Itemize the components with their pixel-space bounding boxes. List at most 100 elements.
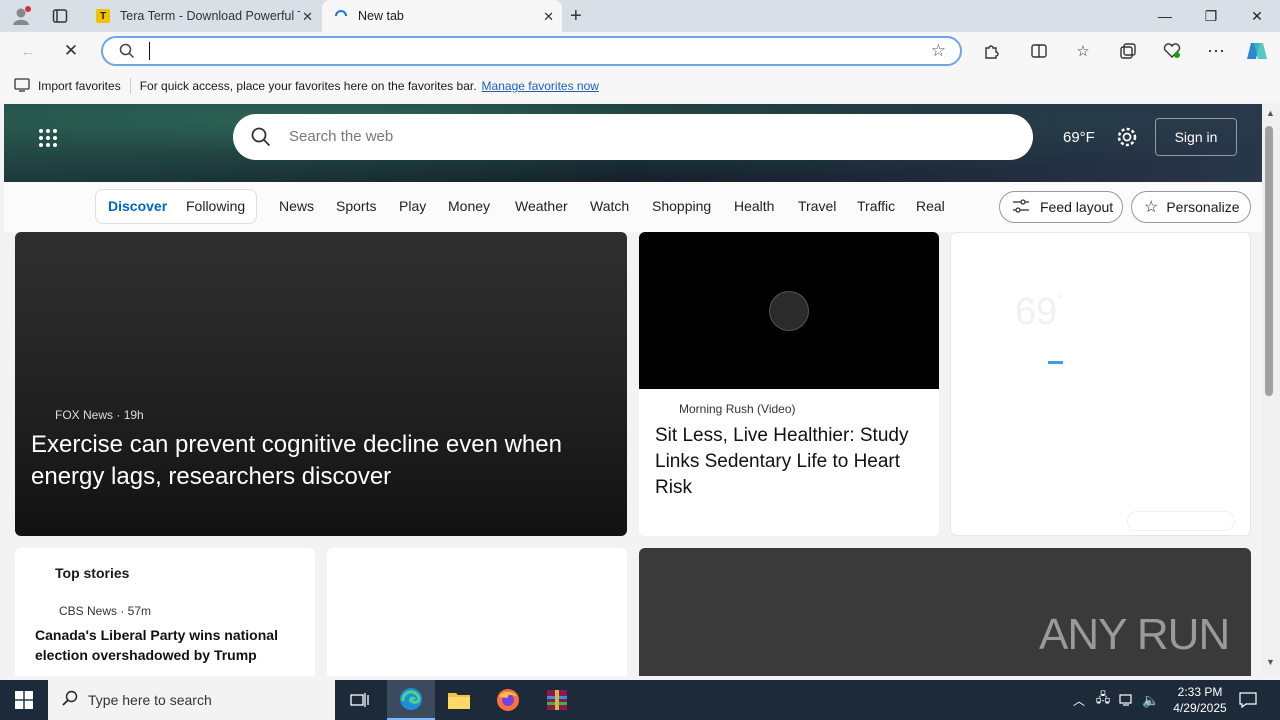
task-view-icon[interactable] [338, 680, 382, 720]
dark-promo-card[interactable]: ANY RUN [639, 548, 1251, 676]
story-headline[interactable]: Canada's Liberal Party wins national ele… [35, 625, 305, 665]
nav-weather[interactable]: Weather [515, 198, 568, 214]
minimize-icon[interactable]: — [1142, 0, 1188, 32]
start-button[interactable] [0, 680, 48, 720]
split-screen-icon[interactable] [1028, 40, 1050, 62]
search-icon [251, 127, 271, 152]
scroll-thumb[interactable] [1265, 126, 1273, 396]
nav-traffic[interactable]: Traffic [857, 198, 895, 214]
hero-news-card[interactable]: FOX News · 19h Exercise can prevent cogn… [15, 232, 627, 536]
settings-gear-icon[interactable] [1116, 126, 1138, 153]
manage-favorites-link[interactable]: Manage favorites now [482, 79, 599, 93]
weather-temp: 69° [1015, 291, 1064, 334]
video-source: Morning Rush (Video) [679, 402, 796, 416]
edge-taskbar-icon[interactable] [387, 680, 435, 720]
volume-icon[interactable]: 🔈 [1140, 680, 1162, 720]
scroll-up-arrow-icon[interactable]: ▲ [1266, 108, 1275, 118]
tab-actions-icon[interactable] [52, 8, 68, 24]
feed-layout-button[interactable]: Feed layout [999, 191, 1123, 223]
video-player[interactable] [639, 232, 939, 389]
nav-watch[interactable]: Watch [590, 198, 629, 214]
browser-essentials-icon[interactable] [1161, 40, 1183, 62]
network-status-icon[interactable]: 🖧 [1093, 680, 1113, 720]
copilot-icon[interactable] [1246, 40, 1268, 62]
scroll-down-arrow-icon[interactable]: ▼ [1266, 657, 1275, 667]
web-search-input[interactable]: Search the web [289, 128, 393, 145]
close-window-icon[interactable]: ✕ [1234, 0, 1280, 32]
personalize-button[interactable]: ☆ Personalize [1131, 191, 1251, 223]
loading-circle-icon [769, 291, 809, 331]
story-source: CBS News · 57m [59, 604, 152, 618]
extensions-icon[interactable] [980, 40, 1002, 62]
nav-news[interactable]: News [279, 198, 314, 214]
nav-shopping[interactable]: Shopping [652, 198, 711, 214]
video-news-card[interactable]: Morning Rush (Video) Sit Less, Live Heal… [639, 232, 939, 536]
top-stories-title: Top stories [55, 565, 130, 581]
import-favorites-button[interactable]: Import favorites [38, 79, 121, 93]
windows-logo-icon [15, 691, 33, 709]
temperature-label[interactable]: 69°F [1063, 129, 1095, 146]
search-icon [62, 690, 78, 711]
firefox-icon[interactable] [485, 680, 531, 720]
tab-following[interactable]: Following [186, 198, 245, 214]
anyrun-watermark: ANY RUN [1039, 610, 1230, 660]
nav-real-estate[interactable]: Real E [916, 198, 949, 214]
taskbar-search-box[interactable]: Type here to search [48, 680, 335, 720]
web-search-box[interactable]: Search the web [233, 114, 1033, 160]
tab-discover[interactable]: Discover [108, 198, 167, 214]
clock-time: 2:33 PM [1177, 685, 1223, 699]
app-launcher-icon[interactable] [38, 128, 58, 153]
source-name: FOX News [55, 408, 114, 422]
import-favorites-icon[interactable] [14, 77, 30, 95]
personalize-label: Personalize [1166, 199, 1240, 215]
tera-term-favicon-icon: T [96, 9, 110, 23]
sign-in-label: Sign in [1174, 129, 1218, 145]
settings-more-icon[interactable]: ⋯ [1205, 40, 1227, 62]
tab-tera-term[interactable]: T Tera Term - Download Powerful T ✕ [84, 0, 321, 32]
stop-loading-icon[interactable]: ✕ [60, 40, 82, 62]
feed-nav: Discover Following News Sports Play Mone… [4, 182, 1262, 232]
favorites-hint: For quick access, place your favorites h… [139, 79, 477, 93]
close-tab-icon[interactable]: ✕ [302, 9, 313, 25]
tab-title: New tab [358, 9, 404, 23]
top-stories-card[interactable]: Top stories CBS News · 57m Canada's Libe… [15, 548, 315, 676]
close-tab-icon[interactable]: ✕ [543, 9, 554, 25]
notifications-icon[interactable] [1236, 680, 1260, 720]
nav-health[interactable]: Health [734, 198, 774, 214]
feed-layout-label: Feed layout [1040, 199, 1114, 215]
video-headline[interactable]: Sit Less, Live Healthier: Study Links Se… [655, 423, 927, 501]
empty-card [327, 548, 627, 676]
sign-in-button[interactable]: Sign in [1155, 118, 1237, 156]
page-scrollbar[interactable]: ▲ ▼ [1262, 104, 1280, 676]
taskbar-search-input[interactable]: Type here to search [88, 692, 212, 708]
address-input[interactable] [149, 42, 849, 60]
file-explorer-icon[interactable] [436, 680, 482, 720]
placeholder-pill [1127, 511, 1235, 531]
address-bar[interactable]: ☆ [101, 36, 962, 66]
winrar-icon[interactable] [534, 680, 580, 720]
hero-headline[interactable]: Exercise can prevent cognitive decline e… [31, 429, 601, 493]
favorites-icon[interactable]: ☆ [1072, 40, 1094, 62]
search-icon [119, 43, 135, 64]
tab-new-tab[interactable]: New tab ✕ [322, 0, 562, 32]
nav-money[interactable]: Money [448, 198, 490, 214]
nav-play[interactable]: Play [399, 198, 426, 214]
news-source: FOX News · 19h [55, 408, 144, 422]
restore-icon[interactable]: ❐ [1188, 0, 1234, 32]
network-icon[interactable] [1116, 680, 1138, 720]
clock[interactable]: 2:33 PM 4/29/2025 [1164, 680, 1236, 720]
profile-icon[interactable] [10, 5, 32, 27]
weather-widget-card[interactable]: 69° [950, 232, 1251, 536]
personalize-icon: ☆ [1144, 199, 1159, 216]
nav-travel[interactable]: Travel [798, 198, 836, 214]
sliders-icon [1012, 198, 1030, 217]
nav-sports[interactable]: Sports [336, 198, 376, 214]
collections-icon[interactable] [1117, 40, 1139, 62]
favorites-bar: Import favorites For quick access, place… [0, 70, 1280, 102]
favorite-star-icon[interactable]: ☆ [931, 41, 946, 61]
show-hidden-icons-icon[interactable]: ︿ [1068, 680, 1090, 720]
new-tab-icon[interactable]: + [570, 5, 582, 28]
weather-temp-value: 69 [1015, 291, 1058, 333]
back-arrow-icon[interactable]: ← [17, 40, 39, 62]
divider [129, 78, 131, 94]
